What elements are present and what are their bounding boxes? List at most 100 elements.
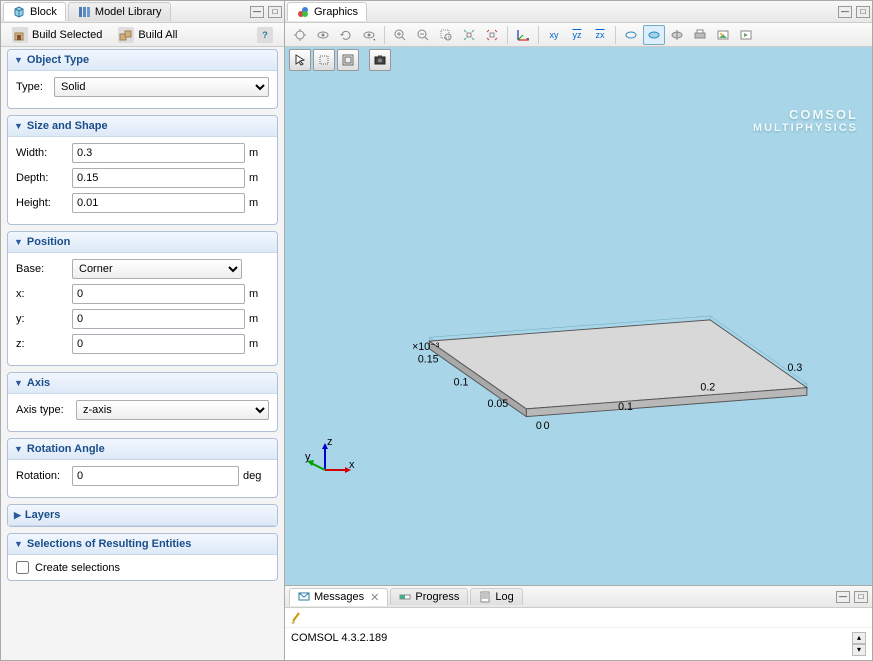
help-button[interactable]: ? bbox=[250, 25, 280, 45]
zoom-extents-button[interactable] bbox=[458, 25, 480, 45]
view-settings-button[interactable] bbox=[358, 25, 380, 45]
tab-model-library[interactable]: Model Library bbox=[68, 2, 171, 21]
viewport-3d[interactable]: 00 0.1 0.2 0.3 0.05 0.1 0.15 ×10⁻³ COMSO… bbox=[285, 47, 872, 585]
graphics-area: xy yz zx bbox=[285, 23, 872, 585]
zoom-out-button[interactable] bbox=[412, 25, 434, 45]
section-selections-header[interactable]: ▼ Selections of Resulting Entities bbox=[8, 534, 277, 555]
create-selections-checkbox[interactable] bbox=[16, 561, 29, 574]
section-selections: ▼ Selections of Resulting Entities Creat… bbox=[7, 533, 278, 581]
svg-text:0: 0 bbox=[536, 420, 542, 432]
zoom-selected-button[interactable] bbox=[481, 25, 503, 45]
tab-progress[interactable]: Progress bbox=[390, 588, 468, 605]
bottom-tab-bar: Messages ✕ Progress Log — □ bbox=[285, 586, 872, 608]
svg-text:0.2: 0.2 bbox=[700, 382, 715, 394]
graphics-toolbar: xy yz zx bbox=[285, 23, 872, 47]
scroll-down-button[interactable]: ▾ bbox=[852, 644, 866, 656]
y-unit: m bbox=[249, 313, 269, 325]
height-input[interactable] bbox=[72, 193, 245, 213]
z-input[interactable] bbox=[72, 334, 245, 354]
yz-view-button[interactable]: yz bbox=[566, 25, 588, 45]
tab-graphics[interactable]: Graphics bbox=[287, 2, 367, 21]
zoom-box-button[interactable] bbox=[435, 25, 457, 45]
scroll-up-button[interactable]: ▴ bbox=[852, 632, 866, 644]
x-label: x: bbox=[16, 288, 68, 300]
section-selections-title: Selections of Resulting Entities bbox=[27, 538, 191, 550]
section-rotation-header[interactable]: ▼ Rotation Angle bbox=[8, 439, 277, 460]
bottom-maximize-button[interactable]: □ bbox=[854, 591, 868, 603]
graphics-icon bbox=[296, 5, 310, 19]
depth-input[interactable] bbox=[72, 168, 245, 188]
zx-view-button[interactable]: zx bbox=[589, 25, 611, 45]
minimize-button[interactable]: — bbox=[250, 6, 264, 18]
graphics-minimize-button[interactable]: — bbox=[838, 6, 852, 18]
z-label: z: bbox=[16, 338, 68, 350]
close-icon[interactable]: ✕ bbox=[370, 591, 379, 604]
x-unit: m bbox=[249, 288, 269, 300]
collapse-icon: ▼ bbox=[14, 378, 23, 388]
section-size-shape-header[interactable]: ▼ Size and Shape bbox=[8, 116, 277, 137]
clip-plane-button[interactable] bbox=[666, 25, 688, 45]
animation-button[interactable] bbox=[735, 25, 757, 45]
rotation-label: Rotation: bbox=[16, 470, 68, 482]
tab-model-library-label: Model Library bbox=[95, 6, 162, 18]
status-text: COMSOL 4.3.2.189 bbox=[291, 632, 852, 656]
transparency-button[interactable] bbox=[643, 25, 665, 45]
watermark: COMSOL MULTIPHYSICS bbox=[753, 107, 858, 134]
bottom-minimize-button[interactable]: — bbox=[836, 591, 850, 603]
section-axis-header[interactable]: ▼ Axis bbox=[8, 373, 277, 394]
section-size-shape-title: Size and Shape bbox=[27, 120, 108, 132]
messages-icon bbox=[298, 591, 310, 603]
tab-messages[interactable]: Messages ✕ bbox=[289, 588, 388, 606]
tab-progress-label: Progress bbox=[415, 591, 459, 603]
base-select[interactable]: Corner bbox=[72, 259, 242, 279]
progress-icon bbox=[399, 591, 411, 603]
left-tab-bar: Block Model Library — □ bbox=[1, 1, 284, 23]
section-position-header[interactable]: ▼ Position bbox=[8, 232, 277, 253]
zoom-in-button[interactable] bbox=[389, 25, 411, 45]
broom-icon[interactable] bbox=[289, 611, 303, 625]
xy-view-button[interactable]: xy bbox=[543, 25, 565, 45]
build-all-label: Build All bbox=[138, 29, 177, 41]
build-selected-icon bbox=[12, 27, 28, 43]
tab-block[interactable]: Block bbox=[3, 2, 66, 21]
rotate-button[interactable] bbox=[335, 25, 357, 45]
collapse-icon: ▼ bbox=[14, 55, 23, 65]
y-input[interactable] bbox=[72, 309, 245, 329]
section-object-type-header[interactable]: ▼ Object Type bbox=[8, 50, 277, 71]
maximize-button[interactable]: □ bbox=[268, 6, 282, 18]
go-to-default-view-button[interactable] bbox=[512, 25, 534, 45]
help-icon: ? bbox=[257, 27, 273, 43]
section-object-type-title: Object Type bbox=[27, 54, 89, 66]
height-label: Height: bbox=[16, 197, 68, 209]
visibility-button[interactable] bbox=[312, 25, 334, 45]
rotation-unit: deg bbox=[243, 470, 269, 482]
svg-text:0.1: 0.1 bbox=[618, 401, 633, 413]
printer-button[interactable] bbox=[689, 25, 711, 45]
width-label: Width: bbox=[16, 147, 68, 159]
depth-unit: m bbox=[249, 172, 269, 184]
wireframe-button[interactable] bbox=[620, 25, 642, 45]
build-all-button[interactable]: Build All bbox=[111, 25, 184, 45]
x-input[interactable] bbox=[72, 284, 245, 304]
scene-light-button[interactable] bbox=[289, 25, 311, 45]
rotation-input[interactable] bbox=[72, 466, 239, 486]
base-label: Base: bbox=[16, 263, 68, 275]
tab-log[interactable]: Log bbox=[470, 588, 522, 605]
section-object-type: ▼ Object Type Type: Solid bbox=[7, 49, 278, 109]
image-button[interactable] bbox=[712, 25, 734, 45]
expand-icon: ▶ bbox=[14, 510, 21, 521]
collapse-icon: ▼ bbox=[14, 121, 23, 131]
build-selected-button[interactable]: Build Selected bbox=[5, 25, 109, 45]
axis-type-select[interactable]: z-axis bbox=[76, 400, 269, 420]
block-icon bbox=[12, 5, 26, 19]
depth-label: Depth: bbox=[16, 172, 68, 184]
section-layers-header[interactable]: ▶ Layers bbox=[8, 505, 277, 526]
type-select[interactable]: Solid bbox=[54, 77, 269, 97]
tab-messages-label: Messages bbox=[314, 591, 364, 603]
svg-text:0.3: 0.3 bbox=[788, 362, 803, 374]
graphics-maximize-button[interactable]: □ bbox=[856, 6, 870, 18]
tab-block-label: Block bbox=[30, 6, 57, 18]
type-label: Type: bbox=[16, 81, 50, 93]
width-unit: m bbox=[249, 147, 269, 159]
width-input[interactable] bbox=[72, 143, 245, 163]
